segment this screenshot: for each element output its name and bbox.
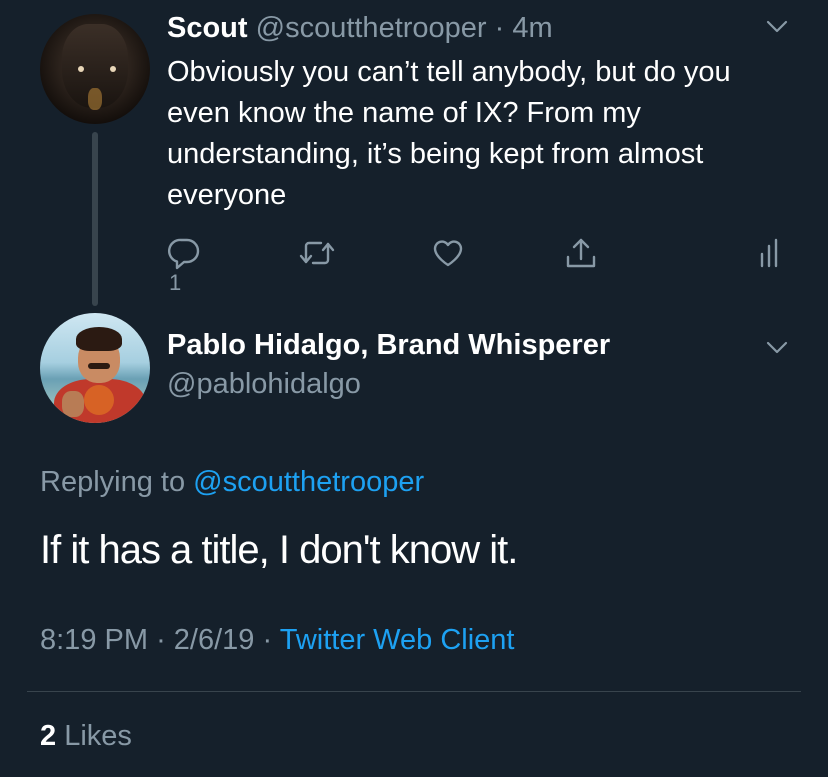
avatar-eye-right: [110, 66, 116, 72]
avatar-mustache: [88, 363, 110, 369]
parent-tweet-text: Obviously you can’t tell anybody, but do…: [167, 56, 731, 211]
reply-display-name[interactable]: Pablo Hidalgo, Brand Whisperer: [167, 327, 610, 363]
reply-icon: [168, 238, 200, 270]
tweet-date: 2/6/19: [173, 624, 255, 656]
parent-time[interactable]: 4m: [512, 12, 552, 44]
replying-prefix: Replying to: [40, 466, 186, 498]
share-button[interactable]: [564, 236, 598, 277]
avatar-hand: [62, 391, 84, 417]
parent-menu-button[interactable]: [766, 20, 788, 39]
like-button[interactable]: [431, 236, 465, 275]
header-separator: ·: [494, 12, 505, 44]
parent-handle[interactable]: @scoutthetrooper: [256, 12, 487, 44]
share-icon: [566, 238, 596, 268]
analytics-button[interactable]: [759, 236, 783, 275]
reply-handle[interactable]: @pablohidalgo: [167, 366, 361, 402]
meta-separator-1: ·: [156, 624, 166, 656]
chevron-down-icon: [766, 341, 788, 354]
likes-summary[interactable]: 2 Likes: [40, 718, 132, 754]
avatar-glow: [88, 88, 102, 110]
reply-menu-button[interactable]: [766, 341, 788, 360]
divider: [27, 691, 801, 692]
avatar-scout[interactable]: [40, 14, 150, 124]
retweet-icon: [299, 241, 335, 265]
tweet-time: 8:19 PM: [40, 624, 148, 656]
replying-to: Replying to @scoutthetrooper: [40, 464, 424, 500]
thread-connector-line: [92, 132, 98, 306]
heart-icon: [433, 240, 463, 267]
meta-separator-2: ·: [262, 624, 273, 656]
parent-display-name[interactable]: Scout: [167, 12, 248, 44]
chevron-down-icon: [766, 20, 788, 33]
retweet-button[interactable]: [298, 236, 336, 275]
avatar-pablo[interactable]: [40, 313, 150, 423]
parent-tweet-header: Scout @scoutthetrooper · 4m: [167, 10, 553, 46]
analytics-icon: [760, 238, 778, 268]
tweet-meta: 8:19 PM · 2/6/19 · Twitter Web Client: [40, 622, 514, 658]
likes-count: 2: [40, 720, 57, 752]
reply-count: 1: [169, 270, 182, 295]
replying-to-handle[interactable]: @scoutthetrooper: [193, 466, 424, 498]
reply-tweet-text: If it has a title, I don't know it.: [40, 528, 518, 572]
likes-label: Likes: [64, 720, 132, 752]
avatar-eye-left: [78, 66, 84, 72]
reply-button[interactable]: 1: [167, 236, 201, 296]
avatar-hair: [76, 327, 122, 351]
tweet-client-link[interactable]: Twitter Web Client: [280, 624, 515, 656]
